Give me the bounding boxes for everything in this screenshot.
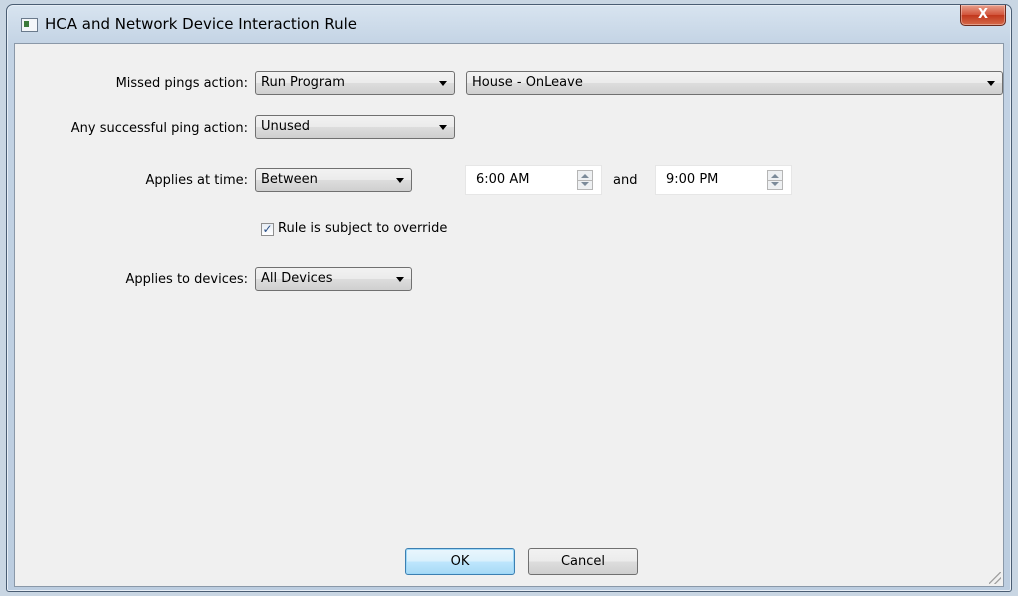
- cancel-button[interactable]: Cancel: [528, 548, 638, 575]
- dialog-content: Missed pings action: Run Program House -…: [14, 43, 1004, 587]
- chevron-down-icon: [439, 125, 447, 130]
- override-label[interactable]: Rule is subject to override: [278, 221, 447, 236]
- ok-button[interactable]: OK: [405, 548, 515, 575]
- missed-pings-target-select[interactable]: House - OnLeave: [466, 71, 1003, 95]
- successful-ping-action-select[interactable]: Unused: [255, 115, 455, 139]
- title-bar[interactable]: HCA and Network Device Interaction Rule …: [7, 5, 1011, 43]
- missed-pings-action-select[interactable]: Run Program: [255, 71, 455, 95]
- dialog-window: HCA and Network Device Interaction Rule …: [6, 4, 1012, 592]
- override-checkbox[interactable]: ✓: [261, 223, 274, 236]
- end-time-value: 9:00 PM: [666, 172, 719, 187]
- time-connector: and: [613, 173, 638, 188]
- resize-grip-icon[interactable]: [989, 572, 1001, 584]
- devices-select[interactable]: All Devices: [255, 267, 412, 291]
- start-time-spinner[interactable]: 6:00 AM: [465, 165, 602, 195]
- applies-time-label: Applies at time:: [145, 173, 248, 188]
- missed-pings-target-value: House - OnLeave: [472, 75, 583, 90]
- spin-down-icon[interactable]: [581, 182, 589, 186]
- app-icon: [21, 18, 38, 32]
- successful-ping-action-value: Unused: [261, 119, 311, 134]
- spin-up-icon[interactable]: [581, 174, 589, 178]
- chevron-down-icon: [987, 81, 995, 86]
- missed-pings-action-value: Run Program: [261, 75, 345, 90]
- successful-ping-label: Any successful ping action:: [70, 121, 248, 136]
- chevron-down-icon: [396, 178, 404, 183]
- start-time-value: 6:00 AM: [476, 172, 530, 187]
- missed-pings-label: Missed pings action:: [115, 76, 248, 91]
- close-button[interactable]: X: [960, 5, 1006, 26]
- chevron-down-icon: [439, 81, 447, 86]
- spin-arrows-icon[interactable]: [767, 170, 783, 190]
- applies-devices-label: Applies to devices:: [125, 272, 248, 287]
- time-mode-value: Between: [261, 172, 318, 187]
- spin-down-icon[interactable]: [771, 182, 779, 186]
- end-time-spinner[interactable]: 9:00 PM: [655, 165, 792, 195]
- time-mode-select[interactable]: Between: [255, 168, 412, 192]
- chevron-down-icon: [396, 277, 404, 282]
- window-title: HCA and Network Device Interaction Rule: [45, 15, 358, 33]
- devices-value: All Devices: [261, 271, 333, 286]
- spin-arrows-icon[interactable]: [577, 170, 593, 190]
- spin-up-icon[interactable]: [771, 174, 779, 178]
